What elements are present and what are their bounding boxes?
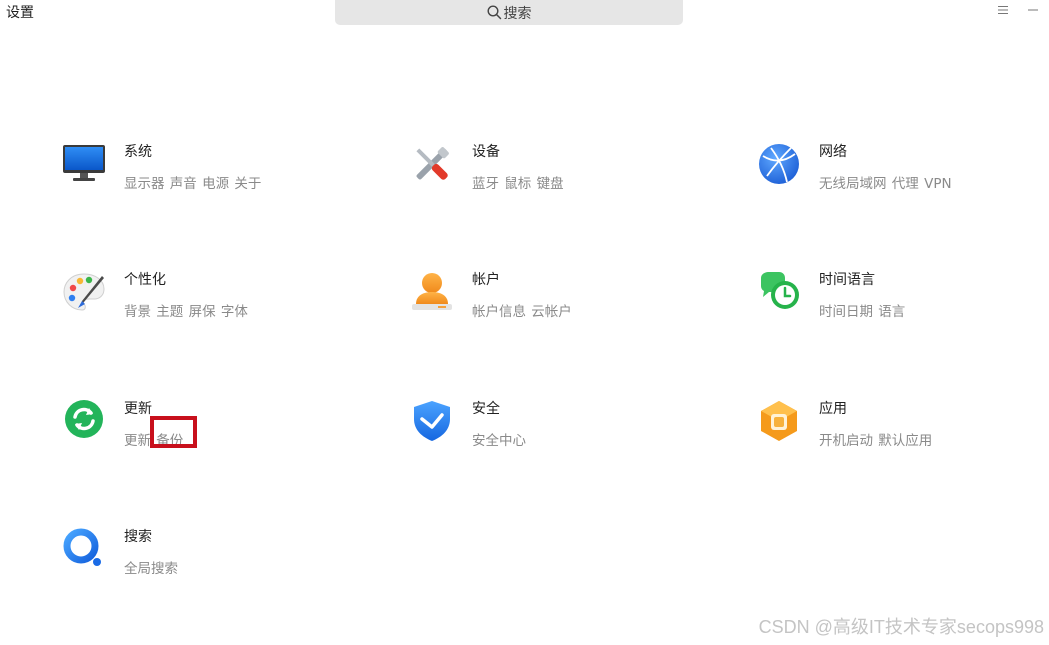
menu-icon[interactable] <box>995 2 1011 18</box>
settings-item-desc: 开机启动 默认应用 <box>819 433 933 449</box>
settings-item-desc: 时间日期 语言 <box>819 304 906 320</box>
settings-item-desc: 帐户信息 云帐户 <box>472 304 572 320</box>
refresh-icon <box>62 399 106 443</box>
settings-item-title: 帐户 <box>472 272 500 288</box>
settings-item-title: 时间语言 <box>819 272 875 288</box>
settings-item-title: 网络 <box>819 144 847 160</box>
minimize-icon[interactable] <box>1025 2 1041 18</box>
settings-window: 设置 搜索 系统 显示器 声音 电源 关于 设备 蓝牙 鼠标 键盘 网络 无线局… <box>0 0 1049 645</box>
settings-item-security[interactable]: 安全 安全中心 <box>410 399 710 459</box>
settings-item-apps[interactable]: 应用 开机启动 默认应用 <box>757 399 1049 459</box>
settings-item-desc: 安全中心 <box>472 433 526 449</box>
palette-icon <box>62 270 106 314</box>
settings-item-title: 系统 <box>124 144 152 160</box>
shield-icon <box>410 399 454 443</box>
window-controls <box>995 2 1041 18</box>
user-icon <box>410 270 454 314</box>
settings-item-desc: 全局搜索 <box>124 561 178 577</box>
settings-item-desc: 显示器 声音 电源 关于 <box>124 176 262 192</box>
settings-item-title: 应用 <box>819 401 847 417</box>
cube-icon <box>757 399 801 443</box>
settings-item-desc: 蓝牙 鼠标 键盘 <box>472 176 564 192</box>
settings-item-account[interactable]: 帐户 帐户信息 云帐户 <box>410 270 710 330</box>
search-placeholder: 搜索 <box>503 5 532 22</box>
settings-item-update[interactable]: 更新 更新 备份 <box>62 399 362 459</box>
settings-item-desc: 更新 备份 <box>124 433 184 449</box>
settings-item-title: 设备 <box>472 144 500 160</box>
settings-item-desc: 背景 主题 屏保 字体 <box>124 304 248 320</box>
search-input[interactable]: 搜索 <box>335 0 683 25</box>
settings-item-personalize[interactable]: 个性化 背景 主题 屏保 字体 <box>62 270 362 330</box>
settings-item-title: 搜索 <box>124 529 152 545</box>
tools-icon <box>410 142 454 186</box>
settings-item-system[interactable]: 系统 显示器 声音 电源 关于 <box>62 142 362 202</box>
globe-icon <box>757 142 801 186</box>
watermark: CSDN @高级IT技术专家secops998 <box>758 617 1044 637</box>
monitor-icon <box>62 142 106 186</box>
search-icon <box>486 5 502 20</box>
settings-item-title: 安全 <box>472 401 500 417</box>
magnifier-icon <box>62 527 106 571</box>
settings-item-search[interactable]: 搜索 全局搜索 <box>62 527 362 587</box>
settings-item-desc: 无线局域网 代理 VPN <box>819 176 952 192</box>
app-title: 设置 <box>6 5 34 21</box>
chat-clock-icon <box>757 270 801 314</box>
settings-item-title: 更新 <box>124 401 152 417</box>
settings-item-network[interactable]: 网络 无线局域网 代理 VPN <box>757 142 1049 202</box>
settings-item-title: 个性化 <box>124 272 166 288</box>
settings-item-devices[interactable]: 设备 蓝牙 鼠标 键盘 <box>410 142 710 202</box>
settings-item-time-language[interactable]: 时间语言 时间日期 语言 <box>757 270 1049 330</box>
